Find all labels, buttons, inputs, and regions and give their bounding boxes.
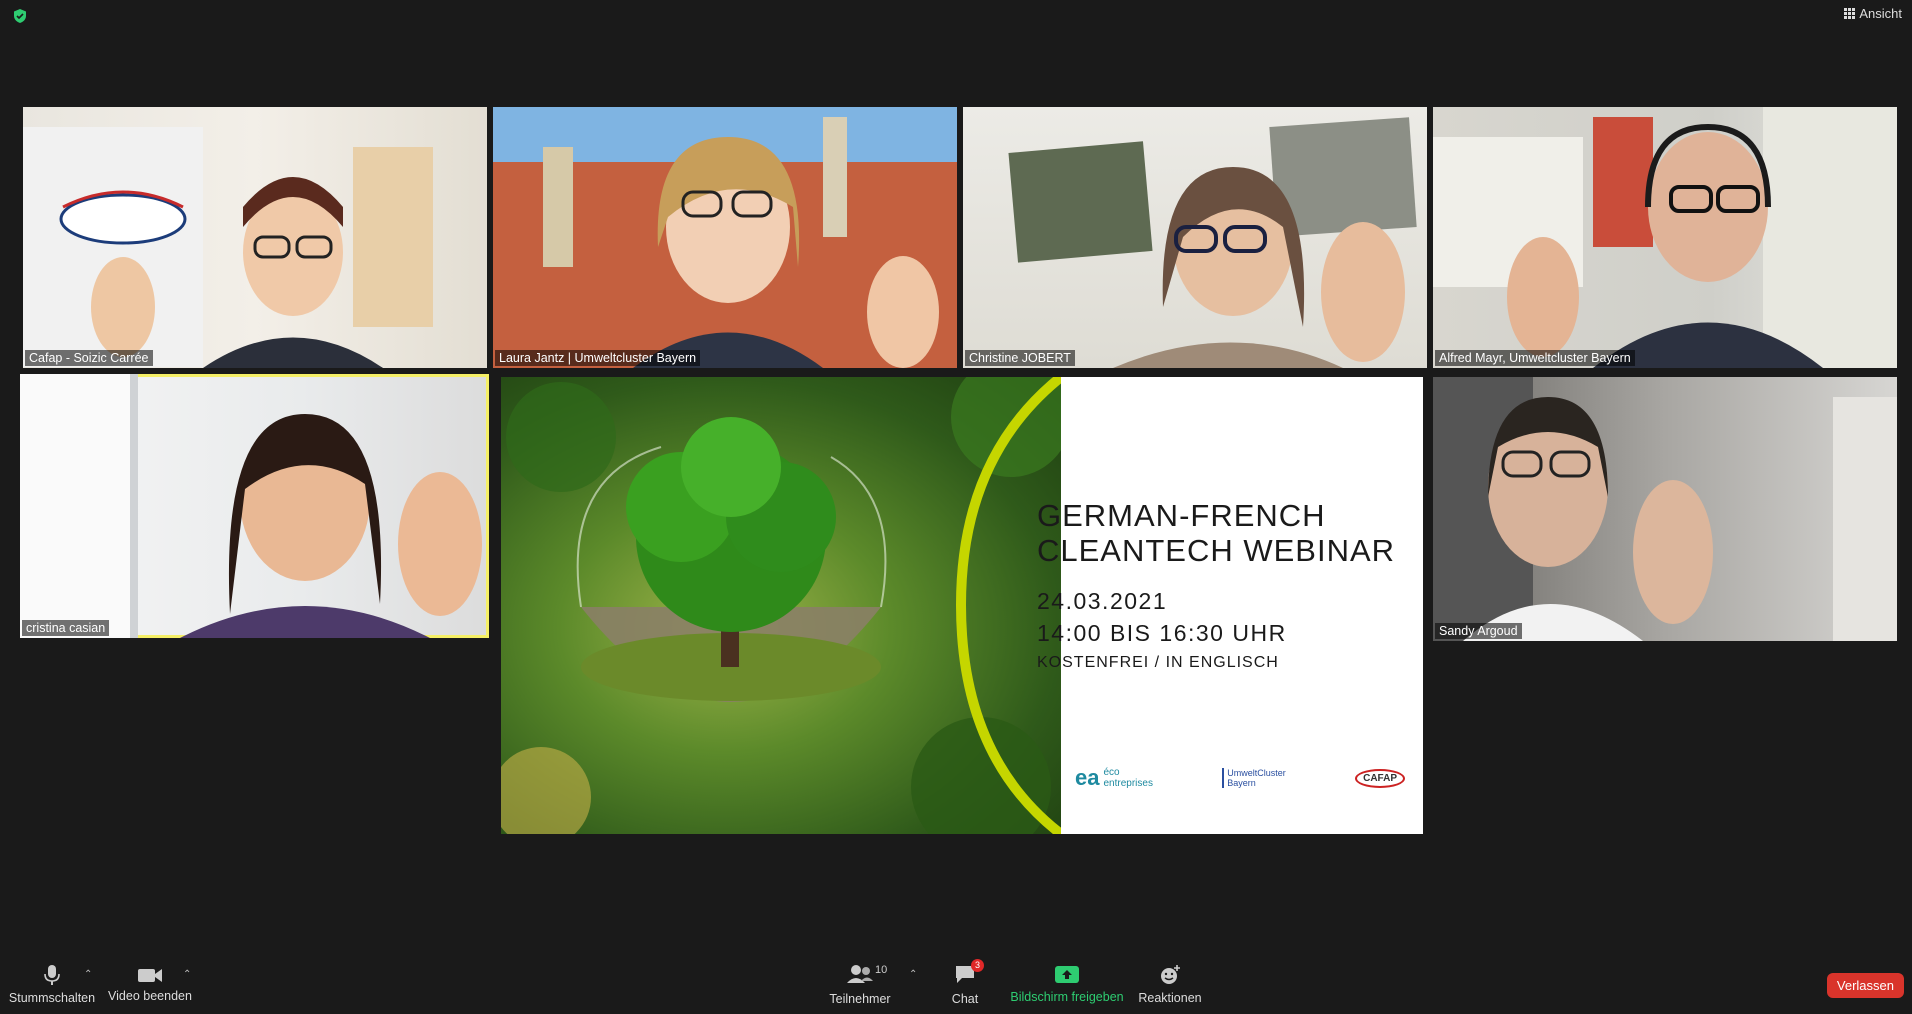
- share-screen-button[interactable]: Bildschirm freigeben: [1008, 955, 1126, 1014]
- participant-video-image: [493, 107, 957, 368]
- video-tile-participant-2[interactable]: Laura Jantz | Umweltcluster Bayern: [493, 107, 957, 368]
- mute-button[interactable]: Stummschalten: [8, 955, 96, 1014]
- video-options-caret-icon[interactable]: ⌃: [183, 969, 191, 980]
- microphone-icon: [44, 965, 60, 985]
- view-label: Ansicht: [1859, 6, 1902, 21]
- view-button[interactable]: Ansicht: [1844, 6, 1902, 21]
- participant-name-label: Alfred Mayr, Umweltcluster Bayern: [1435, 350, 1635, 366]
- video-tile-participant-6[interactable]: Sandy Argoud: [1433, 377, 1897, 641]
- participant-name-label: Cafap - Soizic Carrée: [25, 350, 153, 366]
- video-tile-participant-3[interactable]: Christine JOBERT: [963, 107, 1427, 368]
- meeting-toolbar: Stummschalten ⌃ Video beenden ⌃ 10 Teiln…: [0, 955, 1912, 1014]
- chat-unread-badge: 3: [971, 958, 984, 972]
- participant-video-image: [23, 127, 433, 368]
- leave-meeting-button[interactable]: Verlassen: [1826, 973, 1904, 998]
- encryption-shield-icon[interactable]: [12, 8, 28, 24]
- participants-count: 10: [875, 963, 888, 976]
- participant-video-image: [1008, 117, 1417, 368]
- participant-name-label: Sandy Argoud: [1435, 623, 1522, 639]
- video-tile-participant-4[interactable]: Alfred Mayr, Umweltcluster Bayern: [1433, 107, 1897, 368]
- participant-video-image: [1433, 107, 1897, 368]
- share-screen-icon: [1055, 966, 1079, 983]
- slide-tree-image: [501, 377, 1071, 834]
- sponsor-logos: ea éco entreprises UmweltCluster Bayern CA…: [1075, 765, 1405, 791]
- stop-video-button[interactable]: Video beenden: [108, 955, 192, 1014]
- participants-button[interactable]: 10 Teilnehmer: [822, 955, 898, 1014]
- cafap-logo: CAFAP: [1355, 768, 1405, 788]
- eco-entreprises-logo: ea éco entreprises: [1075, 765, 1153, 790]
- participant-name-label: Christine JOBERT: [965, 350, 1075, 366]
- participants-icon: [847, 964, 873, 983]
- slide-date-time: 24.03.2021 14:00 BIS 16:30 UHR: [1037, 588, 1287, 646]
- reactions-smiley-icon: [1161, 965, 1180, 984]
- audio-options-caret-icon[interactable]: ⌃: [84, 969, 92, 980]
- participant-video-image: [20, 374, 482, 638]
- shared-screen-slide[interactable]: GERMAN-FRENCH CLEANTECH WEBINAR 24.03.20…: [501, 377, 1423, 834]
- slide-curve-decoration: [955, 377, 1061, 834]
- participants-options-caret-icon[interactable]: ⌃: [909, 969, 917, 980]
- participant-video-image: [1433, 377, 1897, 641]
- grid-icon: [1844, 8, 1856, 19]
- video-camera-icon: [138, 969, 162, 982]
- video-tile-participant-1[interactable]: Cafap - Soizic Carrée: [23, 107, 487, 368]
- participant-name-label: cristina casian: [22, 620, 110, 636]
- video-tile-participant-5-active-speaker[interactable]: cristina casian: [20, 374, 489, 638]
- slide-title: GERMAN-FRENCH CLEANTECH WEBINAR: [1037, 498, 1396, 568]
- slide-subtitle: KOSTENFREI / IN ENGLISCH: [1037, 654, 1279, 671]
- umweltcluster-bayern-logo: UmweltCluster Bayern: [1222, 768, 1286, 788]
- reactions-button[interactable]: Reaktionen: [1134, 955, 1206, 1014]
- participant-name-label: Laura Jantz | Umweltcluster Bayern: [495, 350, 701, 366]
- chat-button[interactable]: 3 Chat: [940, 955, 990, 1014]
